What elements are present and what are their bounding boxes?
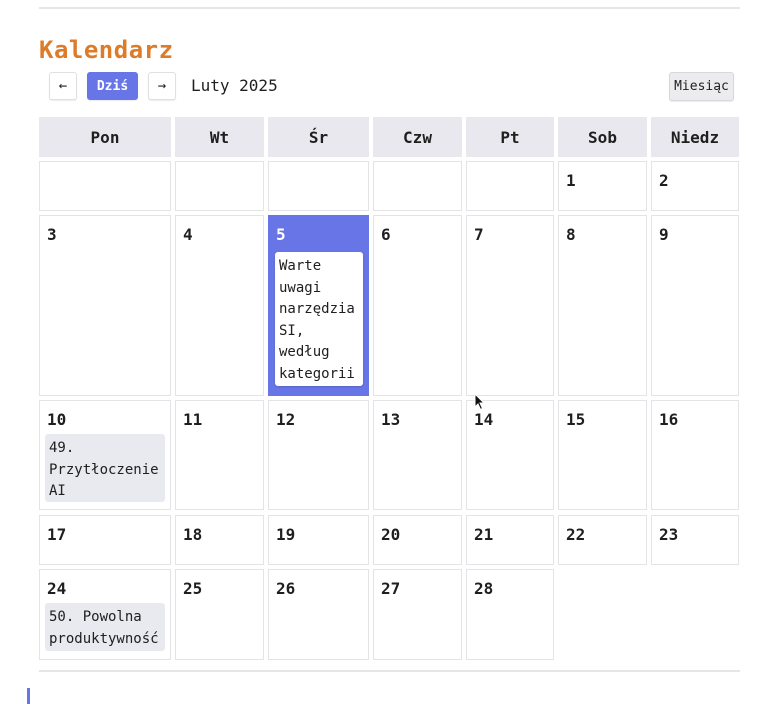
day-number: 11 [183,410,203,429]
day-number: 17 [47,525,67,544]
day-number: 25 [183,579,203,598]
day-cell[interactable]: 19 [268,515,369,565]
day-number: 14 [474,410,494,429]
day-number: 21 [474,525,494,544]
day-cell[interactable]: 17 [39,515,171,565]
empty-day-cell [373,161,462,211]
day-number: 23 [659,525,679,544]
day-number: 19 [276,525,296,544]
day-cell[interactable]: 6 [373,215,462,396]
weekday-header: Niedz [651,117,739,157]
day-number: 20 [381,525,401,544]
day-cell[interactable]: 16 [651,400,739,510]
day-cell[interactable]: 20 [373,515,462,565]
day-cell[interactable]: 11 [175,400,264,510]
day-number: 8 [566,225,576,244]
month-view-button[interactable]: Miesiąc [669,72,734,101]
page-title: Kalendarz [39,36,174,64]
day-number: 9 [659,225,669,244]
day-number: 12 [276,410,296,429]
day-cell[interactable]: 8 [558,215,647,396]
day-number: 22 [566,525,586,544]
day-number: 3 [47,225,57,244]
weekday-header: Pon [39,117,171,157]
day-number: 26 [276,579,296,598]
day-cell[interactable]: 7 [466,215,554,396]
day-cell[interactable]: 26 [268,569,369,660]
day-number: 15 [566,410,586,429]
empty-day-cell [466,161,554,211]
day-number: 7 [474,225,484,244]
weekday-header: Pt [466,117,554,157]
day-cell[interactable]: 22 [558,515,647,565]
day-number: 16 [659,410,679,429]
day-number: 4 [183,225,193,244]
day-cell[interactable]: 12 [268,400,369,510]
day-number: 13 [381,410,401,429]
arrow-right-icon: → [157,78,167,94]
day-cell[interactable]: 4 [175,215,264,396]
top-divider [39,7,740,9]
weekday-header: Sob [558,117,647,157]
day-number: 10 [47,410,67,429]
day-number: 18 [183,525,203,544]
day-cell[interactable]: 14 [466,400,554,510]
next-month-button[interactable]: → [148,72,176,100]
focus-indicator [27,688,30,704]
calendar-event[interactable]: 49. Przytłoczenie AI [45,434,165,502]
empty-day-cell [175,161,264,211]
calendar-event[interactable]: 50. Powolna produktywność [45,603,165,651]
day-cell[interactable]: 21 [466,515,554,565]
day-cell[interactable]: 24 50. Powolna produktywność [39,569,171,660]
day-cell[interactable]: 13 [373,400,462,510]
day-cell-selected[interactable]: 5 Warte uwagi narzędzia SI, według kateg… [268,215,369,396]
weekday-header: Czw [373,117,462,157]
day-number: 27 [381,579,401,598]
empty-day-cell [268,161,369,211]
mouse-cursor-icon [474,393,486,411]
day-number: 1 [566,171,576,190]
day-cell[interactable]: 2 [651,161,739,211]
calendar-event[interactable]: Warte uwagi narzędzia SI, według kategor… [275,252,363,386]
weekday-header: Wt [175,117,264,157]
day-cell[interactable]: 1 [558,161,647,211]
day-number: 24 [47,579,67,598]
day-cell[interactable]: 27 [373,569,462,660]
weekday-header: Śr [268,117,369,157]
day-number: 2 [659,171,669,190]
today-button[interactable]: Dziś [87,72,138,100]
day-cell[interactable]: 15 [558,400,647,510]
day-cell[interactable]: 18 [175,515,264,565]
day-cell[interactable]: 28 [466,569,554,660]
empty-day-cell [39,161,171,211]
bottom-divider [39,670,740,672]
day-number: 5 [276,225,286,244]
current-period-label: Luty 2025 [191,76,278,95]
day-cell[interactable]: 9 [651,215,739,396]
day-number: 28 [474,579,494,598]
arrow-left-icon: ← [58,78,68,94]
day-cell[interactable]: 23 [651,515,739,565]
day-cell[interactable]: 10 49. Przytłoczenie AI [39,400,171,510]
prev-month-button[interactable]: ← [49,72,77,100]
day-cell[interactable]: 25 [175,569,264,660]
day-number: 6 [381,225,391,244]
day-cell[interactable]: 3 [39,215,171,396]
